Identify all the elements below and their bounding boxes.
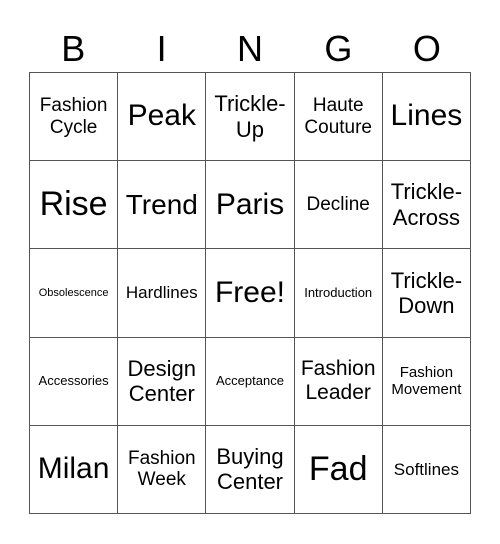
bingo-cell[interactable]: Trickle-Up xyxy=(206,73,295,162)
bingo-cell[interactable]: Trickle-Across xyxy=(382,161,471,250)
bingo-cell[interactable]: Fashion Leader xyxy=(294,337,383,426)
bingo-cell[interactable]: Peak xyxy=(118,73,207,162)
bingo-cell[interactable]: Milan xyxy=(30,425,119,514)
header-letter-g: G xyxy=(324,28,353,69)
header-letter-b: B xyxy=(61,28,86,69)
bingo-cell[interactable]: Trickle-Down xyxy=(382,249,471,338)
bingo-cell[interactable]: Acceptance xyxy=(206,337,295,426)
bingo-cell[interactable]: Introduction xyxy=(294,249,383,338)
bingo-cell[interactable]: Paris xyxy=(206,161,295,250)
bingo-cell[interactable]: Softlines xyxy=(382,425,471,514)
bingo-cell[interactable]: Haute Couture xyxy=(294,73,383,162)
bingo-cell[interactable]: Decline xyxy=(294,161,383,250)
free-space[interactable]: Free! xyxy=(206,249,295,338)
bingo-card: Fashion Cycle Peak Trickle-Up Haute Cout… xyxy=(29,72,471,514)
bingo-cell[interactable]: Buying Center xyxy=(206,425,295,514)
bingo-cell[interactable]: Rise xyxy=(30,161,119,250)
header-letter-i: I xyxy=(156,28,167,69)
bingo-cell[interactable]: Accessories xyxy=(30,337,119,426)
bingo-header: B I N G O xyxy=(29,26,471,72)
bingo-cell[interactable]: Design Center xyxy=(118,337,207,426)
bingo-cell[interactable]: Hardlines xyxy=(118,249,207,338)
header-letter-o: O xyxy=(412,28,441,69)
bingo-cell[interactable]: Fashion Week xyxy=(118,425,207,514)
header-letter-n: N xyxy=(237,28,264,69)
bingo-cell[interactable]: Fad xyxy=(294,425,383,514)
bingo-cell[interactable]: Trend xyxy=(118,161,207,250)
bingo-cell[interactable]: Lines xyxy=(382,73,471,162)
bingo-cell[interactable]: Fashion Cycle xyxy=(30,73,119,162)
bingo-cell[interactable]: Obsolescence xyxy=(30,249,119,338)
bingo-cell[interactable]: Fashion Movement xyxy=(382,337,471,426)
